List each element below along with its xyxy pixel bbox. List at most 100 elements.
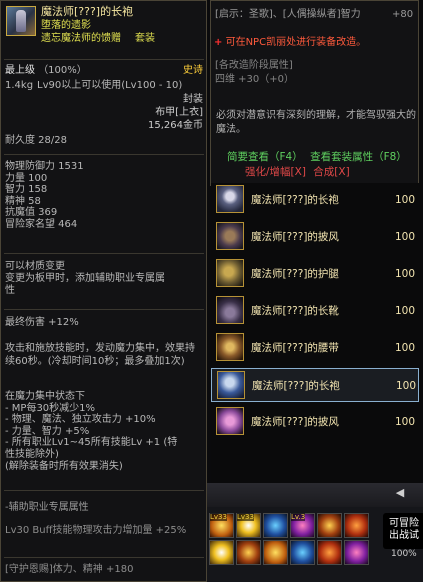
skill-slot[interactable] [263,513,288,538]
durability: 耐久度 28/28 [5,135,67,146]
buff-line: - 力量、智力 +5% [5,425,90,437]
buff-line: 性技能除外) [5,448,59,460]
revelation-value: +80 [392,9,414,20]
robe-icon [216,185,244,213]
synthesis-link[interactable]: 合成[X] [313,166,349,178]
skill-level: Lv.3 [291,513,306,522]
buff-line: (解除装备时所有效果消失) [5,460,123,472]
skill-hud: ◀ Lv33 Lv33 Lv.3 可冒险 出战试 100% [207,483,423,582]
equipment-row[interactable]: 魔法师[???]的披风 100 [211,220,419,254]
cape-icon [216,407,244,435]
buff-line: - MP每30秒减少1% [5,402,96,414]
skill-slot[interactable] [209,540,234,565]
item-tooltip: 魔法师[???]的长袍 堕落的遗影 遗忘魔法师的馈赠 套装 最上级 （100%） … [0,0,207,582]
stat-strength: 力量 100 [5,172,48,184]
skill-level: Lv33 [237,513,254,522]
skill-slot[interactable] [317,540,342,565]
grade-row: 最上级 （100%） 史诗 [5,65,203,77]
divider [4,253,204,254]
buff-line: - 物理、魔法、独立攻击力 +10% [5,414,156,426]
adventure-button[interactable]: 可冒险 出战试 [383,513,423,549]
equipment-name: 魔法师[???]的披风 [251,416,339,428]
sealed-label: 封装 [183,94,203,105]
plus-icon: + [214,37,223,48]
weight-row: 1.4kg Lv90以上可以使用(Lv100 - 10) [5,80,203,92]
equipment-row[interactable]: 魔法师[???]的长袍 100 [211,183,419,217]
set-part-row: 遗忘魔法师的馈赠 套装 [41,33,155,45]
skill-slot[interactable] [344,513,369,538]
level-requirement: Lv90以上可以使用(Lv100 - 10) [37,80,183,91]
equipment-row[interactable]: 魔法师[???]的披风 100 [211,405,419,439]
equipment-value: 100 [395,194,416,206]
divider [4,490,204,491]
material-change: 可以材质变更 变更为板甲时，添加辅助职业专属属 性 [5,261,203,297]
skill-slot[interactable] [344,540,369,565]
equipment-row[interactable]: 魔法师[???]的腰带 100 [211,331,419,365]
equipment-value: 100 [395,416,416,428]
modifiable-row: + 可在NPC凯丽处进行装备改造。 [214,37,366,49]
brief-view-link[interactable]: 简要查看（F4） [227,151,303,163]
skill-description: 攻击和施放技能时，发动魔力集中，效果持续60秒。(冷却时间10秒；最多叠加1次) [5,343,195,367]
buff-line: - 所有职业Lv1~45所有技能Lv +1 (特 [5,437,178,449]
skill-slot[interactable]: Lv33 [236,513,261,538]
enchant: [守护恩赐]体力、精神 +180 [5,564,134,575]
skill-slot[interactable] [236,540,261,565]
item-header: 魔法师[???]的长袍 堕落的遗影 遗忘魔法师的馈赠 套装 [4,4,204,54]
skill-slot[interactable]: Lv33 [209,513,234,538]
robe-icon [6,6,36,36]
material-change-line: 变更为板甲时，添加辅助职业专属属 [5,273,165,284]
adventure-button-label: 可冒险 出战试 [389,518,419,541]
enhance-link[interactable]: 强化/增幅[X] [245,166,306,178]
stats-list: 物理防御力 1531 力量 100 智力 158 精神 58 抗魔值 369 冒… [5,161,203,230]
skill-level: Lv33 [210,513,227,522]
modifiable-text: 可在NPC凯丽处进行装备改造。 [225,37,367,48]
final-damage: 最终伤害 +12% [5,317,79,328]
material-change-line: 性 [5,285,15,296]
set-name: 堕落的遗影 [41,20,91,31]
equipment-name: 魔法师[???]的护腿 [251,268,339,280]
equipment-row[interactable]: 魔法师[???]的长靴 100 [211,294,419,328]
buff-line: 在魔力集中状态下 [5,391,85,402]
equipment-value: 100 [395,231,416,243]
equipment-row-selected[interactable]: 魔法师[???]的长袍 100 [211,368,419,402]
set-tag: 套装 [135,33,155,44]
set-tooltip: [启示：圣歌]、[人偶操纵者]智力 +80 + 可在NPC凯丽处进行装备改造。 … [210,0,419,186]
equipment-value: 100 [395,305,416,317]
equipment-value: 100 [396,380,417,392]
grade: 最上级 [5,65,35,76]
hud-bar: ◀ [207,483,423,507]
flavor-text: 必须对潜意识有深刻的理解，才能驾驭强大的魔法。 [216,110,416,135]
skill-slot[interactable]: Lv.3 [290,513,315,538]
skill-slot[interactable] [317,513,342,538]
material-change-line: 可以材质变更 [5,261,65,272]
revelation-row: [启示：圣歌]、[人偶操纵者]智力 +80 [215,9,413,21]
upgrade-stage-value: 四维 +30（+0） [215,74,295,85]
price: 15,264金币 [148,120,203,131]
view-links: 简要查看（F4） 查看套装属性（F8） [225,151,409,163]
weight: 1.4kg [5,80,34,91]
set-attributes-link[interactable]: 查看套装属性（F8） [310,151,407,163]
equipment-name: 魔法师[???]的长袍 [251,194,339,206]
robe-icon [217,371,245,399]
boots-icon [216,296,244,324]
buff-block: 在魔力集中状态下 - MP每30秒减少1% - 物理、魔法、独立攻击力 +10%… [5,391,203,472]
pants-icon [216,259,244,287]
stat-intelligence: 智力 158 [5,184,48,195]
equipment-name: 魔法师[???]的长靴 [251,305,339,317]
equipment-value: 100 [395,342,416,354]
skill-slot[interactable] [290,540,315,565]
divider [4,309,204,310]
aux-description: Lv30 Buff技能物理攻击力增加量 +25% [5,525,187,536]
equipment-list: 魔法师[???]的长袍 100 魔法师[???]的披风 100 魔法师[???]… [211,183,421,483]
revelation-label: [启示：圣歌]、[人偶操纵者]智力 [215,9,361,20]
skill-slot[interactable] [263,540,288,565]
belt-icon [216,333,244,361]
item-name: 魔法师[???]的长袍 [41,5,134,18]
stat-spirit: 精神 58 [5,195,41,207]
stat-fame: 冒险家名望 464 [5,218,78,230]
equipment-name: 魔法师[???]的长袍 [252,380,340,392]
equipment-name: 魔法师[???]的腰带 [251,342,339,354]
collapse-arrow-icon[interactable]: ◀ [391,486,409,503]
cape-icon [216,222,244,250]
equipment-row[interactable]: 魔法师[???]的护腿 100 [211,257,419,291]
